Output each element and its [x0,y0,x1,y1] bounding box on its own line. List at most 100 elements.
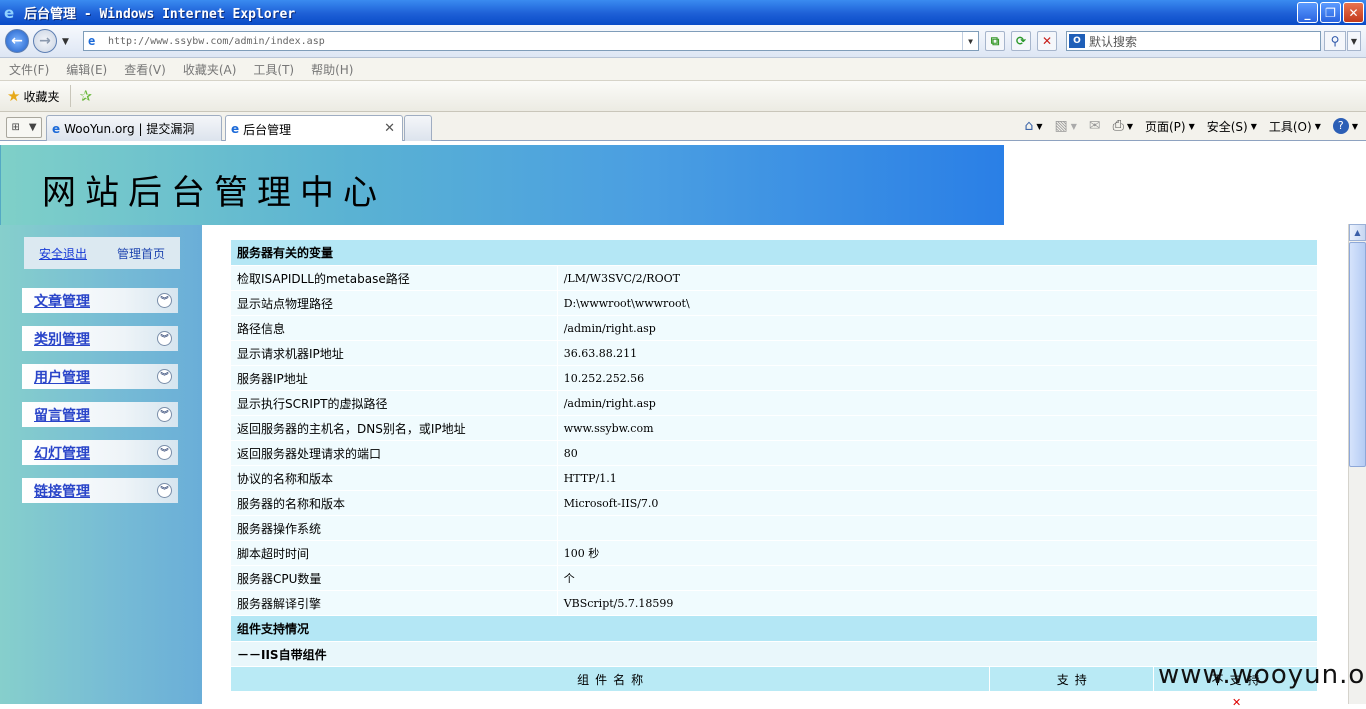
sidebar-item-articles[interactable]: 文章管理 ︾ [22,288,178,313]
table-row: 返回服务器的主机名，DNS别名，或IP地址 www.ssybw.com [230,415,1319,441]
row-key: 服务器操作系统 [230,515,558,541]
menu-edit[interactable]: 编辑(E) [66,61,107,78]
table-row: 脚本超时时间 100 秒 [230,540,1319,566]
sidebar-item-label: 幻灯管理 [34,445,90,462]
table-row: 返回服务器处理请求的端口 80 [230,440,1319,466]
chevron-down-icon[interactable]: ▼ [29,122,37,133]
restore-button[interactable]: ❐ [1320,2,1341,23]
tools-menu[interactable]: 工具(O) ▼ [1269,118,1321,135]
menu-file[interactable]: 文件(F) [9,61,49,78]
close-button[interactable]: ✕ [1343,2,1364,23]
search-options-icon[interactable]: ▼ [1347,31,1361,51]
banner-title: 网站后台管理中心 [42,173,386,213]
section-title: 服务器有关的变量 [230,239,1318,266]
row-value: 36.63.88.211 [556,340,1319,366]
menu-bar: 文件(F) 编辑(E) 查看(V) 收藏夹(A) 工具(T) 帮助(H) [0,58,1366,81]
home-button[interactable]: ⌂ ▼ [1024,118,1042,134]
menu-tools[interactable]: 工具(T) [253,61,294,78]
row-key: 路径信息 [230,315,558,341]
close-tab-icon[interactable]: ✕ [384,121,395,136]
table-row: 显示执行SCRIPT的虚拟路径/admin/right.asp [230,390,1319,416]
table-row: 路径信息/admin/right.asp [230,315,1319,341]
sidebar-item-users[interactable]: 用户管理 ︾ [22,364,178,389]
sidebar-item-label: 留言管理 [34,407,90,424]
minimize-button[interactable]: _ [1297,2,1318,23]
mail-button[interactable]: ✉ [1089,118,1101,134]
rss-icon: ▧ [1054,118,1068,134]
column-header: 组件名称 [229,666,991,692]
row-value: VBScript/5.7.18599 [556,590,1319,616]
row-key: 检取ISAPIDLL的metabase路径 [230,265,558,291]
sidebar-item-label: 类别管理 [34,331,90,348]
page-menu[interactable]: 页面(P) ▼ [1145,118,1195,135]
row-key: 服务器IP地址 [230,365,558,391]
chevron-down-icon[interactable]: ︾ [157,407,172,422]
compat-view-icon[interactable]: ⧉ [985,31,1005,51]
scrollbar-thumb[interactable] [1349,242,1366,467]
tab-wooyun[interactable]: e WooYun.org | 提交漏洞 [46,115,222,141]
feeds-button[interactable]: ▧ ▼ [1054,118,1076,134]
back-button[interactable]: ← [5,29,29,53]
printer-icon: ⎙ [1112,118,1124,134]
logout-link[interactable]: 安全退出 [39,245,87,262]
page-icon: e [88,34,96,48]
row-key: 服务器的名称和版本 [230,490,558,516]
chevron-down-icon[interactable]: ︾ [157,369,172,384]
chevron-down-icon[interactable]: ︾ [157,445,172,460]
search-input[interactable]: O 默认搜索 [1066,31,1321,51]
chevron-down-icon[interactable]: ︾ [157,331,172,346]
tools-menu-label: 工具(O) [1268,119,1312,134]
add-favorite-icon[interactable]: ✰ [79,87,92,105]
history-dropdown-icon[interactable]: ▼ [62,37,69,47]
row-key: 返回服务器处理请求的端口 [230,440,558,466]
new-tab-button[interactable] [404,115,432,141]
search-placeholder: 默认搜索 [1089,34,1138,49]
banner: 网站后台管理中心 [0,145,1004,225]
row-value: D:\wwwroot\wwwroot\ [556,290,1319,316]
command-bar: ⌂ ▼ ▧ ▼ ✉ ⎙ ▼ 页面(P) ▼ 安全(S) ▼ 工具(O) ▼ ? ▼ [1024,116,1366,136]
sidebar-item-links[interactable]: 链接管理 ︾ [22,478,178,503]
menu-view[interactable]: 查看(V) [124,61,166,78]
table-row: 检取ISAPIDLL的metabase路径/LM/W3SVC/2/ROOT [230,265,1319,291]
row-key: 显示请求机器IP地址 [230,340,558,366]
address-dropdown-icon[interactable]: ▼ [962,32,978,50]
safety-menu[interactable]: 安全(S) ▼ [1207,118,1257,135]
favorites-button[interactable]: 收藏夹 [23,88,59,105]
vertical-scrollbar[interactable]: ▲ [1348,224,1366,704]
favorites-star-icon: ★ [7,87,21,105]
address-toolbar: ← → ▼ e http://www.ssybw.com/admin/index… [0,25,1366,58]
section-title: 组件支持情况 [230,615,1318,642]
row-key: 协议的名称和版本 [230,465,558,491]
scroll-up-icon[interactable]: ▲ [1349,224,1366,241]
mail-icon: ✉ [1088,118,1101,134]
help-button[interactable]: ? ▼ [1332,118,1358,134]
search-icon[interactable]: ⚲ [1324,31,1346,51]
stop-icon[interactable]: ✕ [1037,31,1057,51]
table-row: 服务器CPU数量个 [230,565,1319,591]
tab-label: WooYun.org | 提交漏洞 [64,122,195,136]
chevron-down-icon[interactable]: ︾ [157,293,172,308]
search-provider-icon[interactable]: O [1069,34,1085,48]
print-button[interactable]: ⎙ ▼ [1113,118,1133,134]
url-text: http://www.ssybw.com/admin/index.asp [108,35,325,47]
menu-help[interactable]: 帮助(H) [311,61,353,78]
sidebar-item-categories[interactable]: 类别管理 ︾ [22,326,178,351]
quick-tabs-button[interactable]: ⊞ ▼ [6,117,42,138]
row-value: /LM/W3SVC/2/ROOT [556,265,1319,291]
tab-admin[interactable]: e 后台管理 ✕ [225,115,403,142]
row-value [556,515,1319,541]
divider [70,85,72,107]
sidebar-item-slides[interactable]: 幻灯管理 ︾ [22,440,178,465]
menu-favorites[interactable]: 收藏夹(A) [183,61,237,78]
sidebar-top-links: 安全退出 管理首页 [24,237,180,269]
favorites-bar: ★ 收藏夹 ✰ [0,81,1366,112]
admin-home-link[interactable]: 管理首页 [117,245,165,262]
forward-button[interactable]: → [33,29,57,53]
unsupported-x-icon: ✕ [1232,696,1242,709]
sidebar-item-messages[interactable]: 留言管理 ︾ [22,402,178,427]
address-input[interactable]: e http://www.ssybw.com/admin/index.asp ▼ [83,31,979,51]
row-key: 返回服务器的主机名，DNS别名，或IP地址 [230,415,558,441]
chevron-down-icon[interactable]: ︾ [157,483,172,498]
home-icon: ⌂ [1024,118,1034,134]
refresh-icon[interactable]: ⟳ [1011,31,1031,51]
